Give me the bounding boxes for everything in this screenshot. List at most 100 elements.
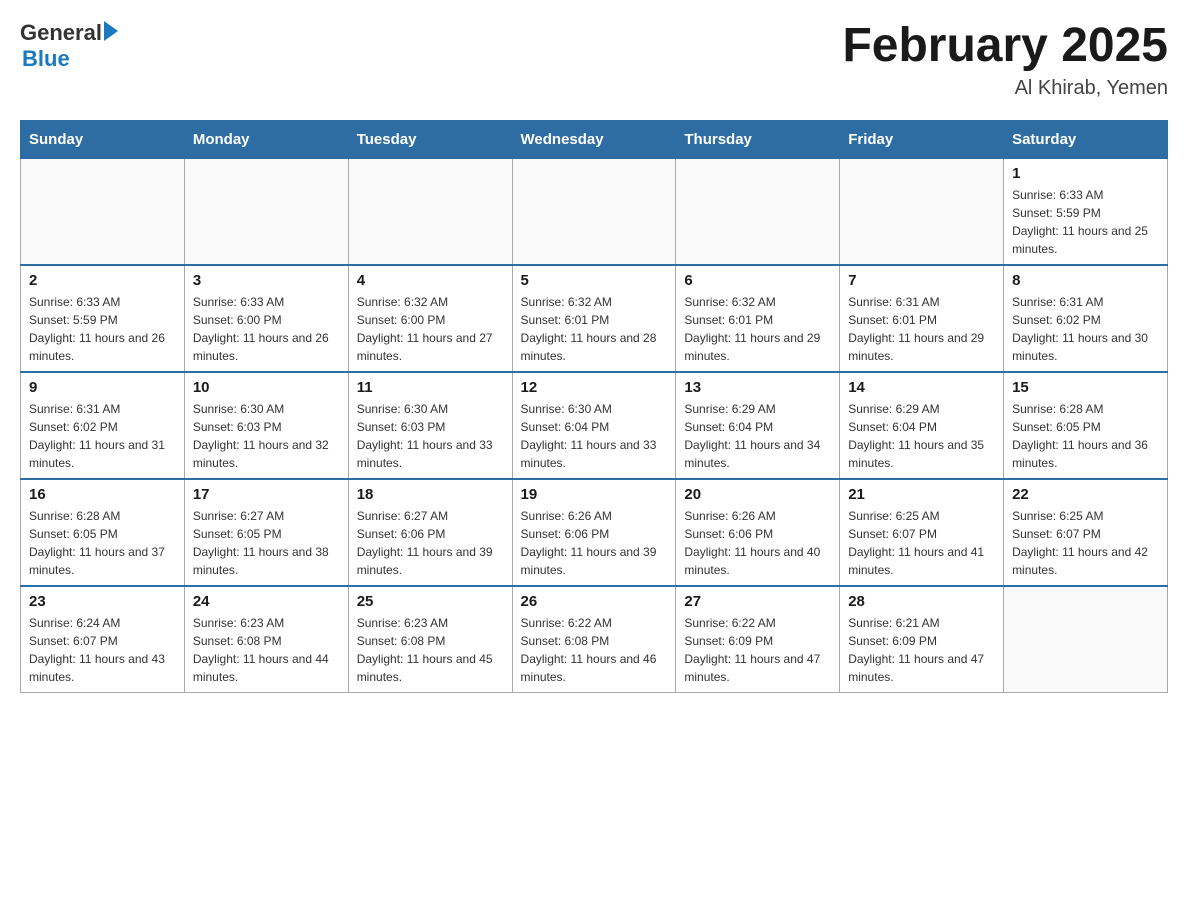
day-number: 3: [193, 272, 340, 289]
calendar-table: SundayMondayTuesdayWednesdayThursdayFrid…: [20, 120, 1168, 693]
week-row-2: 2Sunrise: 6:33 AMSunset: 5:59 PMDaylight…: [21, 265, 1168, 372]
logo-arrow-icon: [104, 21, 118, 41]
day-info: Sunrise: 6:30 AMSunset: 6:03 PMDaylight:…: [357, 400, 504, 472]
day-number: 1: [1012, 165, 1159, 182]
calendar-cell: 12Sunrise: 6:30 AMSunset: 6:04 PMDayligh…: [512, 372, 676, 479]
day-info: Sunrise: 6:32 AMSunset: 6:01 PMDaylight:…: [521, 293, 668, 365]
day-info: Sunrise: 6:23 AMSunset: 6:08 PMDaylight:…: [193, 614, 340, 686]
calendar-cell: 3Sunrise: 6:33 AMSunset: 6:00 PMDaylight…: [184, 265, 348, 372]
day-number: 20: [684, 486, 831, 503]
month-title: February 2025: [842, 20, 1168, 73]
calendar-cell: [184, 158, 348, 265]
day-number: 18: [357, 486, 504, 503]
header-friday: Friday: [840, 120, 1004, 158]
calendar-cell: [676, 158, 840, 265]
day-info: Sunrise: 6:27 AMSunset: 6:05 PMDaylight:…: [193, 507, 340, 579]
day-number: 19: [521, 486, 668, 503]
location-label: Al Khirab, Yemen: [842, 77, 1168, 100]
calendar-cell: 27 Sunrise: 6:22 AMSunset: 6:09 PMDayligh…: [676, 586, 840, 693]
calendar-cell: [21, 158, 185, 265]
day-number: 5: [521, 272, 668, 289]
day-number: 24: [193, 593, 340, 610]
day-info: Sunrise: 6:23 AMSunset: 6:08 PMDaylight:…: [357, 614, 504, 686]
header-wednesday: Wednesday: [512, 120, 676, 158]
day-number: 21: [848, 486, 995, 503]
logo-blue-text: Blue: [22, 46, 118, 72]
day-info: Sunrise: 6:32 AMSunset: 6:00 PMDaylight:…: [357, 293, 504, 365]
day-number: 15: [1012, 379, 1159, 396]
calendar-cell: 17 Sunrise: 6:27 AMSunset: 6:05 PMDayligh…: [184, 479, 348, 586]
day-number: 28: [848, 593, 995, 610]
header-row: SundayMondayTuesdayWednesdayThursdayFrid…: [21, 120, 1168, 158]
calendar-cell: [840, 158, 1004, 265]
calendar-cell: 13 Sunrise: 6:29 AMSunset: 6:04 PMDayligh…: [676, 372, 840, 479]
calendar-cell: 4 Sunrise: 6:32 AMSunset: 6:00 PMDaylight…: [348, 265, 512, 372]
day-info: Sunrise: 6:27 AMSunset: 6:06 PMDaylight:…: [357, 507, 504, 579]
calendar-cell: 7 Sunrise: 6:31 AMSunset: 6:01 PMDaylight…: [840, 265, 1004, 372]
calendar-cell: 10 Sunrise: 6:30 AMSunset: 6:03 PMDayligh…: [184, 372, 348, 479]
week-row-3: 9 Sunrise: 6:31 AMSunset: 6:02 PMDaylight…: [21, 372, 1168, 479]
calendar-cell: 2Sunrise: 6:33 AMSunset: 5:59 PMDaylight…: [21, 265, 185, 372]
week-row-1: 1 Sunrise: 6:33 AMSunset: 5:59 PMDaylight…: [21, 158, 1168, 265]
week-row-4: 16 Sunrise: 6:28 AMSunset: 6:05 PMDayligh…: [21, 479, 1168, 586]
day-number: 26: [521, 593, 668, 610]
day-number: 7: [848, 272, 995, 289]
day-info: Sunrise: 6:21 AMSunset: 6:09 PMDaylight:…: [848, 614, 995, 686]
day-number: 23: [29, 593, 176, 610]
day-number: 8: [1012, 272, 1159, 289]
day-info: Sunrise: 6:28 AMSunset: 6:05 PMDaylight:…: [1012, 400, 1159, 472]
calendar-cell: 6Sunrise: 6:32 AMSunset: 6:01 PMDaylight…: [676, 265, 840, 372]
day-info: Sunrise: 6:33 AMSunset: 5:59 PMDaylight:…: [29, 293, 176, 365]
day-number: 25: [357, 593, 504, 610]
day-info: Sunrise: 6:31 AMSunset: 6:02 PMDaylight:…: [1012, 293, 1159, 365]
page-header: General Blue February 2025 Al Khirab, Ye…: [20, 20, 1168, 100]
calendar-cell: 28 Sunrise: 6:21 AMSunset: 6:09 PMDayligh…: [840, 586, 1004, 693]
day-info: Sunrise: 6:33 AMSunset: 5:59 PMDaylight:…: [1012, 186, 1159, 258]
header-tuesday: Tuesday: [348, 120, 512, 158]
day-info: Sunrise: 6:25 AMSunset: 6:07 PMDaylight:…: [848, 507, 995, 579]
day-info: Sunrise: 6:29 AMSunset: 6:04 PMDaylight:…: [684, 400, 831, 472]
day-number: 9: [29, 379, 176, 396]
calendar-cell: 11 Sunrise: 6:30 AMSunset: 6:03 PMDayligh…: [348, 372, 512, 479]
day-number: 16: [29, 486, 176, 503]
title-section: February 2025 Al Khirab, Yemen: [842, 20, 1168, 100]
calendar-cell: [512, 158, 676, 265]
day-number: 17: [193, 486, 340, 503]
day-number: 22: [1012, 486, 1159, 503]
calendar-cell: 1 Sunrise: 6:33 AMSunset: 5:59 PMDaylight…: [1004, 158, 1168, 265]
day-number: 11: [357, 379, 504, 396]
calendar-cell: 23 Sunrise: 6:24 AMSunset: 6:07 PMDayligh…: [21, 586, 185, 693]
day-number: 14: [848, 379, 995, 396]
day-number: 4: [357, 272, 504, 289]
day-number: 12: [521, 379, 668, 396]
day-info: Sunrise: 6:22 AMSunset: 6:09 PMDaylight:…: [684, 614, 831, 686]
day-info: Sunrise: 6:26 AMSunset: 6:06 PMDaylight:…: [521, 507, 668, 579]
day-number: 27: [684, 593, 831, 610]
day-info: Sunrise: 6:31 AMSunset: 6:02 PMDaylight:…: [29, 400, 176, 472]
day-info: Sunrise: 6:25 AMSunset: 6:07 PMDaylight:…: [1012, 507, 1159, 579]
calendar-cell: 24 Sunrise: 6:23 AMSunset: 6:08 PMDayligh…: [184, 586, 348, 693]
calendar-cell: 20 Sunrise: 6:26 AMSunset: 6:06 PMDayligh…: [676, 479, 840, 586]
day-number: 10: [193, 379, 340, 396]
calendar-cell: 8 Sunrise: 6:31 AMSunset: 6:02 PMDaylight…: [1004, 265, 1168, 372]
calendar-cell: 19 Sunrise: 6:26 AMSunset: 6:06 PMDayligh…: [512, 479, 676, 586]
day-info: Sunrise: 6:26 AMSunset: 6:06 PMDaylight:…: [684, 507, 831, 579]
day-info: Sunrise: 6:32 AMSunset: 6:01 PMDaylight:…: [684, 293, 831, 365]
day-info: Sunrise: 6:30 AMSunset: 6:03 PMDaylight:…: [193, 400, 340, 472]
calendar-header: SundayMondayTuesdayWednesdayThursdayFrid…: [21, 120, 1168, 158]
logo-general-text: General: [20, 20, 102, 46]
day-info: Sunrise: 6:29 AMSunset: 6:04 PMDaylight:…: [848, 400, 995, 472]
day-info: Sunrise: 6:28 AMSunset: 6:05 PMDaylight:…: [29, 507, 176, 579]
logo: General Blue: [20, 20, 118, 72]
day-info: Sunrise: 6:31 AMSunset: 6:01 PMDaylight:…: [848, 293, 995, 365]
day-number: 13: [684, 379, 831, 396]
calendar-cell: 9 Sunrise: 6:31 AMSunset: 6:02 PMDaylight…: [21, 372, 185, 479]
day-info: Sunrise: 6:22 AMSunset: 6:08 PMDaylight:…: [521, 614, 668, 686]
day-info: Sunrise: 6:24 AMSunset: 6:07 PMDaylight:…: [29, 614, 176, 686]
calendar-cell: 25 Sunrise: 6:23 AMSunset: 6:08 PMDayligh…: [348, 586, 512, 693]
calendar-cell: 15 Sunrise: 6:28 AMSunset: 6:05 PMDayligh…: [1004, 372, 1168, 479]
header-sunday: Sunday: [21, 120, 185, 158]
calendar-cell: 18 Sunrise: 6:27 AMSunset: 6:06 PMDayligh…: [348, 479, 512, 586]
header-saturday: Saturday: [1004, 120, 1168, 158]
week-row-5: 23 Sunrise: 6:24 AMSunset: 6:07 PMDayligh…: [21, 586, 1168, 693]
